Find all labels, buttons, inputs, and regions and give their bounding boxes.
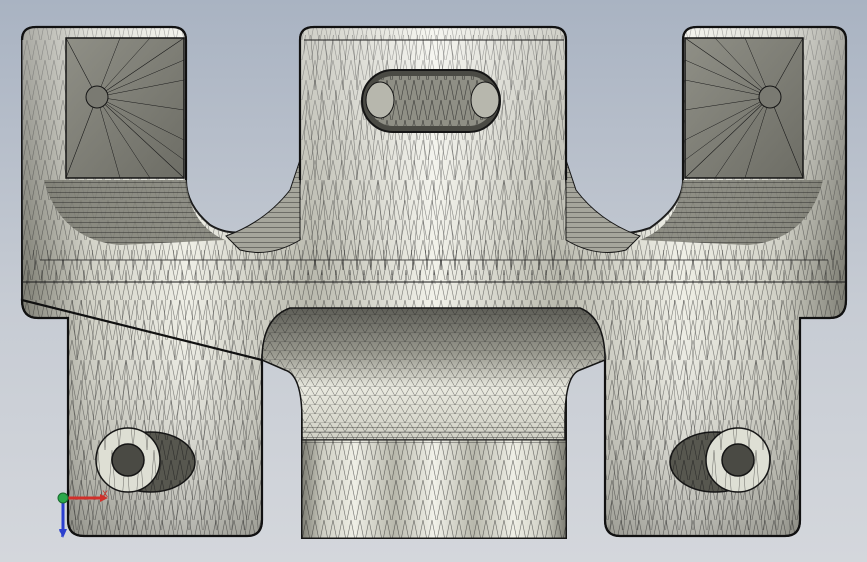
y-axis-label: Y xyxy=(59,530,65,540)
reference-triad: X Y xyxy=(52,483,112,543)
x-axis-label: X xyxy=(102,490,109,500)
mesh-part-icon[interactable] xyxy=(0,0,867,562)
slot-hole xyxy=(361,69,501,133)
graphics-viewport[interactable]: X Y xyxy=(0,0,867,562)
